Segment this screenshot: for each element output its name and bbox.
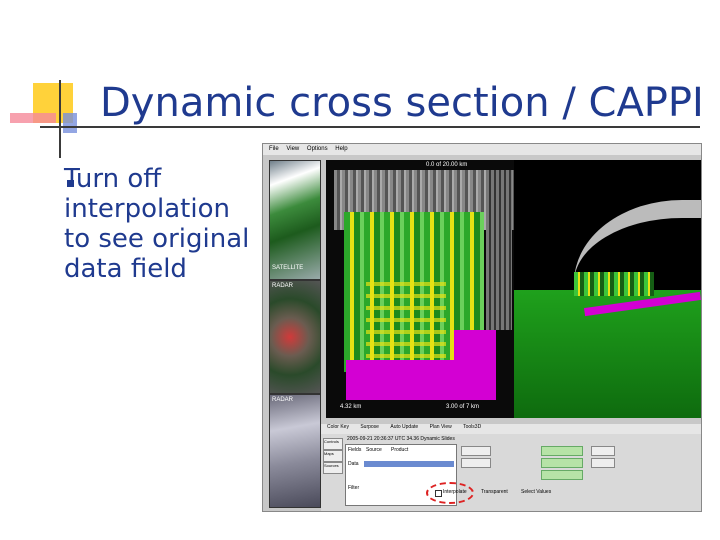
yellow-streaks <box>366 280 446 370</box>
tab-auto-update[interactable]: Auto Update <box>390 424 418 430</box>
thumbnail-label: RADAR <box>272 397 294 403</box>
tab-surpose[interactable]: Surpose <box>360 424 379 430</box>
data-label: Data <box>348 461 359 467</box>
tab-bar: Color Key Surpose Auto Update Plan View … <box>321 424 701 434</box>
cross-section-panel[interactable]: 0.0 of 20.00 km 4.32 km 3.00 of 7 km <box>326 160 514 418</box>
product-header: Product <box>391 447 409 453</box>
selected-row[interactable] <box>364 461 454 467</box>
tab-tools3d[interactable]: Tools3D <box>463 424 481 430</box>
cross-section-bottom-right: 3.00 of 7 km <box>446 404 480 410</box>
menu-help[interactable]: Help <box>335 146 347 152</box>
tab-color-key[interactable]: Color Key <box>327 424 349 430</box>
side-button-2[interactable] <box>591 458 615 468</box>
fields-label: Fields <box>348 447 362 453</box>
tab-plan-view[interactable]: Plan View <box>430 424 452 430</box>
green-button-3[interactable] <box>541 470 583 480</box>
value-box[interactable] <box>461 446 491 456</box>
menu-view[interactable]: View <box>286 146 299 152</box>
app-screenshot: File View Options Help SATELLITE RADAR R… <box>262 143 702 512</box>
purple-terrain-right <box>454 330 496 400</box>
sources-button[interactable]: Sources <box>323 462 343 474</box>
controls-button[interactable]: Controls <box>323 438 343 450</box>
side-button[interactable] <box>591 446 615 456</box>
filter-label: Filter <box>348 485 360 491</box>
menu-bar: File View Options Help <box>263 144 701 155</box>
bullet-text: Turn off interpolation to see original d… <box>64 164 250 284</box>
3d-view-panel[interactable] <box>514 160 701 418</box>
satellite-thumbnail[interactable]: SATELLITE <box>269 160 321 280</box>
thumbnail-label: RADAR <box>272 283 294 289</box>
time-text: 2005-09-21 20:36:37 UTC 34.36 Dynamic Sl… <box>347 436 455 442</box>
source-header: Source <box>366 447 382 453</box>
thumbnail-label: SATELLITE <box>272 265 304 271</box>
right-gray-columns <box>486 170 512 330</box>
green-button[interactable] <box>541 446 583 456</box>
blue-square-decoration <box>63 113 77 133</box>
menu-file[interactable]: File <box>269 146 279 152</box>
purple-terrain <box>346 360 454 400</box>
green-button-2[interactable] <box>541 458 583 468</box>
cross-section-bottom-left: 4.32 km <box>340 404 362 410</box>
title-underline <box>40 126 700 128</box>
green-echo <box>574 272 654 296</box>
menu-options[interactable]: Options <box>307 146 328 152</box>
transparent-label: Transparent <box>481 489 508 495</box>
value-box-2[interactable] <box>461 458 491 468</box>
interpolate-highlight-circle <box>426 482 474 504</box>
cross-section-top-readout: 0.0 of 20.00 km <box>426 162 468 168</box>
radar-thumbnail-2[interactable]: RADAR <box>269 394 321 508</box>
control-panel: Color Key Surpose Auto Update Plan View … <box>321 424 701 511</box>
vertical-rule-decoration <box>59 80 61 158</box>
slide-title: Dynamic cross section / CAPPI <box>100 80 704 126</box>
red-square-decoration <box>10 113 56 123</box>
radar-thumbnail[interactable]: RADAR <box>269 280 321 394</box>
maps-button[interactable]: Maps <box>323 450 343 462</box>
select-label: Select Values <box>521 489 552 495</box>
